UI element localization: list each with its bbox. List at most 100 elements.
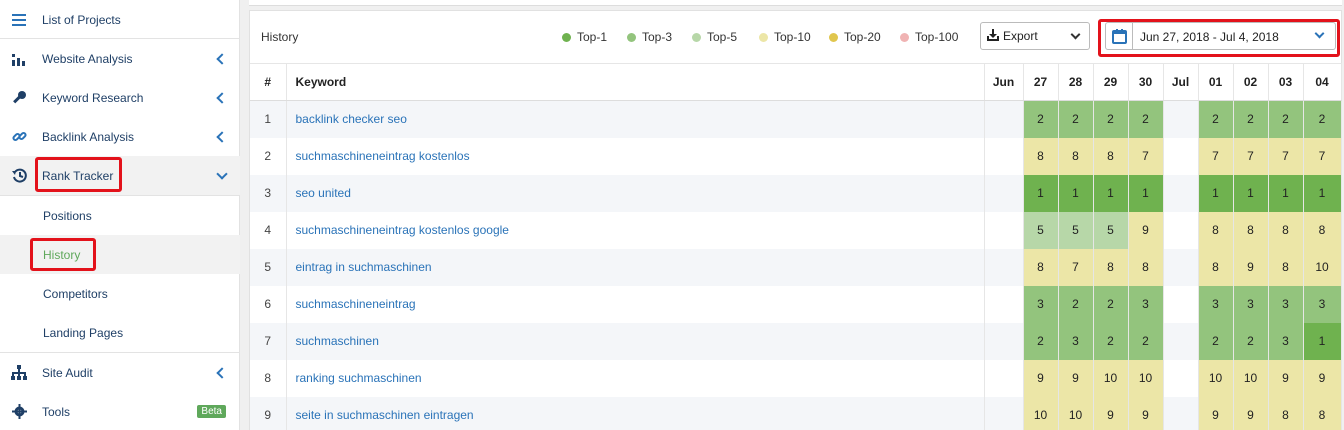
- keyword-link[interactable]: suchmaschineneintrag: [286, 285, 985, 323]
- key-icon: [11, 90, 27, 106]
- rank-cell: 2: [1023, 322, 1059, 360]
- legend-top-10: Top-10: [759, 30, 811, 44]
- gear-icon: [11, 404, 27, 420]
- month-spacer-cell: [984, 285, 1024, 323]
- month-spacer-cell: [1163, 322, 1199, 360]
- table-row: 1 backlink checker seo 2 2 2 2 2 2 2 2: [250, 100, 1342, 138]
- rank-cell: 1: [1128, 174, 1164, 212]
- keyword-link[interactable]: eintrag in suchmaschinen: [286, 248, 985, 286]
- sidebar-subitem-label: Positions: [43, 208, 92, 223]
- rank-cell: 9: [1058, 359, 1094, 397]
- sidebar-subitem-label: Landing Pages: [43, 325, 124, 340]
- sidebar-item-keyword-research[interactable]: Keyword Research: [0, 78, 240, 117]
- rank-cell: 2: [1233, 100, 1269, 138]
- keyword-link[interactable]: suchmaschinen: [286, 322, 985, 360]
- row-number: 1: [250, 100, 287, 138]
- month-spacer-cell: [1163, 137, 1199, 175]
- sidebar-subitem-positions[interactable]: Positions: [0, 196, 240, 235]
- keyword-link[interactable]: suchmaschineneintrag kostenlos google: [286, 211, 985, 249]
- legend-dot: [627, 32, 636, 42]
- sidebar-item-label: Keyword Research: [42, 90, 144, 105]
- sidebar-item-label: Tools: [42, 404, 71, 419]
- rank-cell: 10: [1233, 359, 1269, 397]
- export-button[interactable]: Export: [980, 22, 1090, 50]
- rank-cell: 9: [1303, 359, 1342, 397]
- sidebar-item-projects[interactable]: List of Projects: [0, 0, 240, 39]
- legend-top-1: Top-1: [562, 30, 607, 44]
- download-icon: [987, 29, 999, 44]
- rank-cell: 1: [1058, 174, 1094, 212]
- row-number: 2: [250, 137, 287, 175]
- rank-cell: 8: [1093, 137, 1129, 175]
- rank-cell: 8: [1198, 211, 1234, 249]
- month-spacer-cell: [1163, 285, 1199, 323]
- rank-cell: 7: [1198, 137, 1234, 175]
- rank-cell: 2: [1093, 100, 1129, 138]
- rank-cell: 1: [1023, 174, 1059, 212]
- rank-cell: 8: [1128, 248, 1164, 286]
- sidebar-subitem-competitors[interactable]: Competitors: [0, 274, 240, 313]
- rank-cell: 10: [1303, 248, 1342, 286]
- month-spacer-cell: [984, 396, 1024, 430]
- sidebar-item-label: List of Projects: [42, 12, 121, 27]
- table-row: 8 ranking suchmaschinen 9 9 10 10 10 10 9 9: [250, 359, 1342, 397]
- sitemap-icon: [11, 365, 27, 381]
- rank-cell: 9: [1023, 359, 1059, 397]
- rank-cell: 8: [1023, 248, 1059, 286]
- rank-cell: 5: [1023, 211, 1059, 249]
- header-keyword[interactable]: Keyword: [286, 63, 985, 101]
- month-spacer-cell: [1163, 100, 1199, 138]
- rank-cell: 2: [1058, 285, 1094, 323]
- keyword-link[interactable]: suchmaschineneintrag kostenlos: [286, 137, 985, 175]
- rank-cell: 8: [1268, 248, 1304, 286]
- header-day[interactable]: 01: [1198, 63, 1234, 101]
- header-day[interactable]: 03: [1268, 63, 1304, 101]
- table-row: 2 suchmaschineneintrag kostenlos 8 8 8 7 7 7 7 7: [250, 137, 1342, 175]
- sidebar-item-site-audit[interactable]: Site Audit: [0, 353, 240, 392]
- sidebar-item-tools[interactable]: Tools Beta: [0, 392, 240, 430]
- month-spacer-cell: [1163, 211, 1199, 249]
- sidebar-subitem-landing-pages[interactable]: Landing Pages: [0, 313, 240, 352]
- header-day[interactable]: 30: [1128, 63, 1164, 101]
- legend-dot: [759, 32, 768, 42]
- month-spacer-cell: [1163, 174, 1199, 212]
- rank-cell: 2: [1198, 322, 1234, 360]
- table-row: 9 seite in suchmaschinen eintragen 10 10 9 9 9…: [250, 396, 1342, 430]
- header-month-jul: Jul: [1163, 63, 1199, 101]
- keyword-link[interactable]: seite in suchmaschinen eintragen: [286, 396, 985, 430]
- legend-label: Top-3: [642, 30, 673, 44]
- rank-cell: 9: [1268, 359, 1304, 397]
- rank-cell: 7: [1058, 248, 1094, 286]
- table-header-row: # Keyword Jun 27 28 29 30 Jul 01 02 03 0…: [250, 63, 1342, 101]
- table-row: 7 suchmaschinen 2 3 2 2 2 2 3 1: [250, 322, 1342, 360]
- rank-cell: 5: [1093, 211, 1129, 249]
- rank-cell: 9: [1198, 396, 1234, 430]
- keyword-link[interactable]: backlink checker seo: [286, 100, 985, 138]
- header-day[interactable]: 02: [1233, 63, 1269, 101]
- history-panel: History Top-1 Top-3 Top-5 Top-10 Top-20 …: [249, 10, 1342, 430]
- table-row: 6 suchmaschineneintrag 3 2 2 3 3 3 3 3: [250, 285, 1342, 323]
- sidebar-item-website-analysis[interactable]: Website Analysis: [0, 39, 240, 78]
- sidebar-item-label: Backlink Analysis: [42, 129, 135, 144]
- rank-cell: 9: [1233, 248, 1269, 286]
- rank-cell: 3: [1023, 285, 1059, 323]
- rank-cell: 1: [1233, 174, 1269, 212]
- keyword-link[interactable]: ranking suchmaschinen: [286, 359, 985, 397]
- rank-cell: 7: [1303, 137, 1342, 175]
- legend-label: Top-100: [915, 30, 959, 44]
- highlight-box: [30, 238, 96, 271]
- rank-cell: 3: [1268, 285, 1304, 323]
- rank-cell: 2: [1303, 100, 1342, 138]
- export-label: Export: [1003, 29, 1038, 43]
- month-spacer-cell: [1163, 359, 1199, 397]
- rank-cell: 10: [1093, 359, 1129, 397]
- sidebar: List of Projects Website Analysis Keywor…: [0, 0, 240, 430]
- sidebar-item-backlink-analysis[interactable]: Backlink Analysis: [0, 117, 240, 156]
- header-day[interactable]: 04: [1303, 63, 1342, 101]
- header-day[interactable]: 27: [1023, 63, 1059, 101]
- keyword-link[interactable]: seo united: [286, 174, 985, 212]
- month-spacer-cell: [1163, 396, 1199, 430]
- header-day[interactable]: 29: [1093, 63, 1129, 101]
- header-day[interactable]: 28: [1058, 63, 1094, 101]
- row-number: 3: [250, 174, 287, 212]
